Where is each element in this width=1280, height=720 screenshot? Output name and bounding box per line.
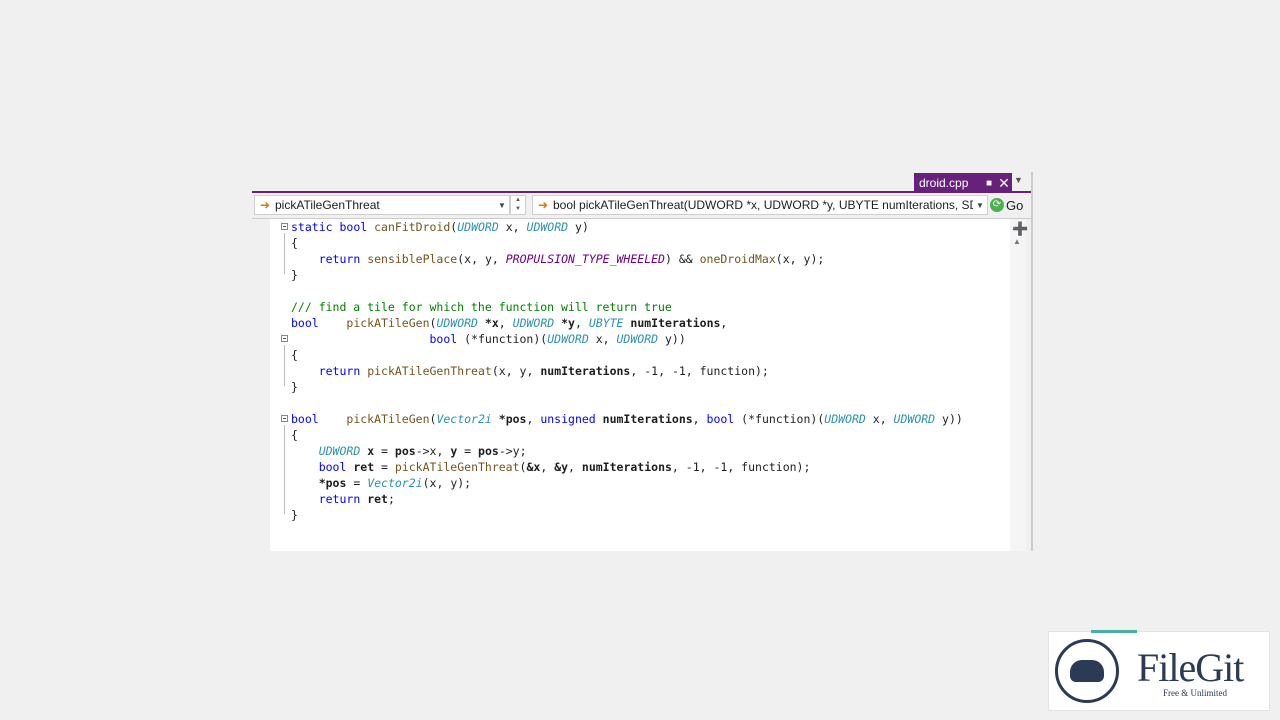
fold-collapse-icon[interactable] bbox=[281, 415, 288, 422]
cloud-logo-icon bbox=[1055, 639, 1119, 703]
watermark-tagline: Free & Unlimited bbox=[1163, 688, 1227, 698]
watermark-logo: FileGit Free & Unlimited bbox=[1048, 630, 1270, 711]
code-line: } bbox=[291, 268, 298, 282]
scope-value: pickATileGenThreat bbox=[275, 198, 380, 212]
fold-collapse-icon[interactable] bbox=[281, 223, 288, 230]
member-arrow-icon: ➜ bbox=[537, 198, 549, 212]
code-line: /// find a tile for which the function w… bbox=[270, 299, 963, 315]
fold-collapse-icon[interactable] bbox=[281, 335, 288, 342]
window-border bbox=[1031, 172, 1033, 551]
chevron-down-icon[interactable]: ▼ bbox=[973, 201, 987, 210]
go-label: Go bbox=[1006, 197, 1024, 213]
chevron-down-icon[interactable]: ▼ bbox=[495, 201, 509, 210]
code-comment: /// find a tile for which the function w… bbox=[291, 300, 672, 314]
member-dropdown[interactable]: ➜ bool pickATileGenThreat(UDWORD *x, UDW… bbox=[532, 195, 988, 215]
selection-margin bbox=[252, 219, 270, 551]
code-line: bool pickATileGen(UDWORD *x, UDWORD *y, … bbox=[291, 316, 728, 330]
scope-spinner[interactable]: ▲ ▼ bbox=[510, 195, 526, 215]
tab-overflow-icon[interactable]: ▼ bbox=[1014, 175, 1023, 185]
code-line: return pickATileGenThreat(x, y, numItera… bbox=[318, 364, 769, 378]
code-line: { bbox=[291, 348, 298, 362]
go-button[interactable]: ⟳ Go bbox=[990, 196, 1032, 214]
go-icon: ⟳ bbox=[990, 198, 1004, 212]
tab-filename: droid.cpp bbox=[919, 176, 969, 190]
code-line: } bbox=[291, 508, 298, 522]
code-editor-window: droid.cpp ■ ✕ ▼ ➜ pickATileGenThreat ▼ ▲… bbox=[252, 172, 1033, 551]
code-line: UDWORD x = pos->x, y = pos->y; bbox=[318, 444, 527, 458]
navigation-bar: ➜ pickATileGenThreat ▼ ▲ ▼ ➜ bool pickAT… bbox=[252, 193, 1033, 219]
scope-arrow-icon: ➜ bbox=[259, 198, 271, 212]
spin-down-icon[interactable]: ▼ bbox=[511, 205, 525, 214]
source-code: static bool canFitDroid(UDWORD x, UDWORD… bbox=[270, 219, 963, 523]
spin-up-icon[interactable]: ▲ bbox=[511, 196, 525, 205]
member-value: bool pickATileGenThreat(UDWORD *x, UDWOR… bbox=[553, 198, 973, 212]
cloud-icon bbox=[1070, 660, 1104, 682]
pin-icon[interactable]: ■ bbox=[982, 178, 996, 189]
code-line: return ret; bbox=[318, 492, 395, 506]
code-line: return sensiblePlace(x, y, PROPULSION_TY… bbox=[318, 252, 825, 266]
code-line: static bool canFitDroid(UDWORD x, UDWORD… bbox=[270, 219, 963, 235]
code-line: { bbox=[291, 428, 298, 442]
code-line: bool ret = pickATileGenThreat(&x, &y, nu… bbox=[318, 460, 811, 474]
code-line: } bbox=[291, 380, 298, 394]
close-icon[interactable]: ✕ bbox=[996, 175, 1012, 192]
watermark-brand: FileGit bbox=[1137, 645, 1244, 690]
scope-dropdown[interactable]: ➜ pickATileGenThreat ▼ bbox=[254, 195, 510, 215]
code-line: *pos = Vector2i(x, y); bbox=[318, 476, 472, 490]
code-line: bool (*function)(UDWORD x, UDWORD y)) bbox=[270, 331, 963, 347]
code-area[interactable]: static bool canFitDroid(UDWORD x, UDWORD… bbox=[270, 219, 1010, 551]
vertical-scrollbar[interactable]: ➕ ▲ bbox=[1010, 219, 1028, 551]
split-window-icon[interactable]: ➕ bbox=[1012, 221, 1028, 237]
scroll-up-icon[interactable]: ▲ bbox=[1013, 237, 1021, 246]
logo-accent-bar bbox=[1091, 630, 1137, 633]
code-line: { bbox=[291, 236, 298, 250]
document-tab[interactable]: droid.cpp ■ ✕ bbox=[914, 173, 1012, 193]
code-line: bool pickATileGen(Vector2i *pos, unsigne… bbox=[270, 411, 963, 427]
